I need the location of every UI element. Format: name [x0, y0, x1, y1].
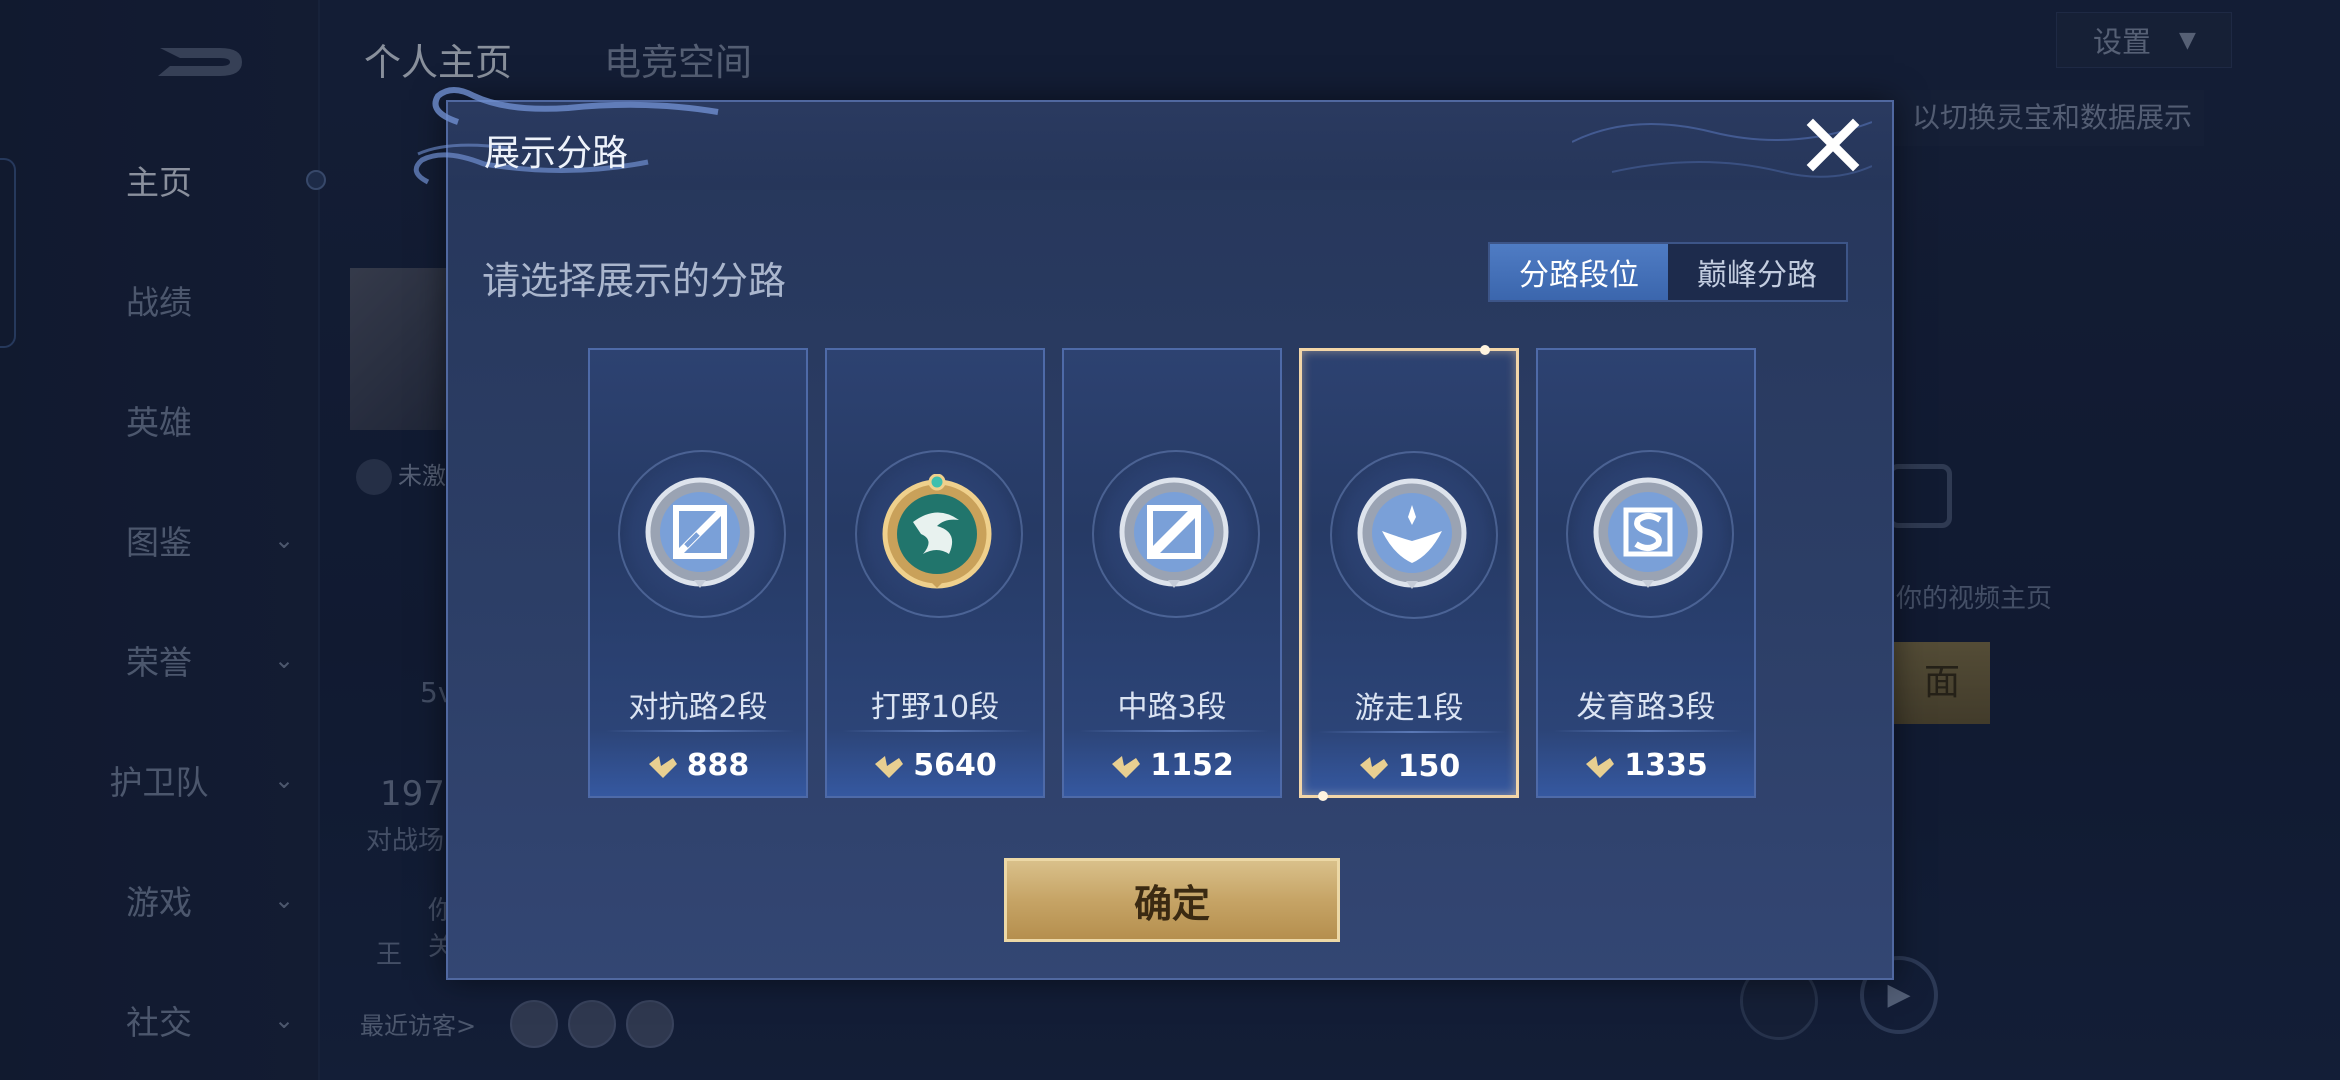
lane-rank-name: 发育路3段	[1576, 690, 1716, 725]
lane-rank-name: 对抗路2段	[628, 690, 768, 725]
lane-card-jungle[interactable]: 打野10段 5640	[825, 348, 1045, 798]
card-divider	[606, 730, 794, 732]
lane-rank-name: 游走1段	[1354, 691, 1464, 726]
lane-score: 1335	[1538, 748, 1754, 783]
lane-card-clash[interactable]: 对抗路2段 888	[588, 348, 808, 798]
selection-corner-dot	[1480, 345, 1490, 355]
lane-rank-name: 打野10段	[870, 690, 1000, 725]
lane-card-farm[interactable]: 发育路3段 1335	[1536, 348, 1756, 798]
lane-display-dialog: 展示分路 请选择展示的分路 分路段位 巅峰分路 对抗路2段 888 打野10段 …	[413, 87, 1894, 980]
jungle-dragon-emblem-icon	[882, 474, 992, 589]
card-divider	[1554, 730, 1742, 732]
card-divider	[1080, 730, 1268, 732]
tab-peak-lane[interactable]: 巅峰分路	[1668, 244, 1846, 300]
farm-lane-emblem-icon	[1593, 477, 1703, 588]
close-icon	[1806, 118, 1860, 172]
lane-score-value: 5640	[913, 748, 997, 783]
dialog-header	[448, 102, 1892, 190]
lane-card-list: 对抗路2段 888 打野10段 5640 中路3段 1152 游走1段 150 …	[588, 345, 1758, 801]
lane-score-value: 888	[686, 748, 750, 783]
lane-card-mid[interactable]: 中路3段 1152	[1062, 348, 1282, 798]
tab-lane-rank[interactable]: 分路段位	[1490, 244, 1668, 300]
lane-score-value: 150	[1397, 749, 1461, 784]
score-wing-icon	[1586, 755, 1615, 778]
lane-card-roam[interactable]: 游走1段 150	[1299, 345, 1519, 801]
score-wing-icon	[1359, 756, 1388, 779]
lane-score: 5640	[827, 748, 1043, 783]
lane-mode-toggle: 分路段位 巅峰分路	[1488, 242, 1848, 302]
lane-score: 150	[1302, 749, 1516, 784]
lane-score-value: 1335	[1624, 748, 1708, 783]
dialog-title: 展示分路	[484, 133, 629, 174]
close-button[interactable]	[1800, 112, 1866, 178]
clash-lane-emblem-icon	[645, 477, 755, 588]
card-divider	[843, 730, 1031, 732]
lane-score: 888	[590, 748, 806, 783]
lane-rank-name: 中路3段	[1117, 690, 1227, 725]
score-wing-icon	[875, 755, 904, 778]
roam-wings-emblem-icon	[1357, 478, 1467, 589]
card-divider	[1318, 731, 1506, 733]
dialog-subtitle: 请选择展示的分路	[482, 259, 787, 303]
mid-lane-emblem-icon	[1119, 477, 1229, 588]
lane-score-value: 1152	[1150, 748, 1234, 783]
score-wing-icon	[648, 755, 677, 778]
score-wing-icon	[1112, 755, 1141, 778]
confirm-button[interactable]: 确定	[1004, 858, 1340, 942]
lane-score: 1152	[1064, 748, 1280, 783]
selection-corner-dot	[1318, 791, 1328, 801]
